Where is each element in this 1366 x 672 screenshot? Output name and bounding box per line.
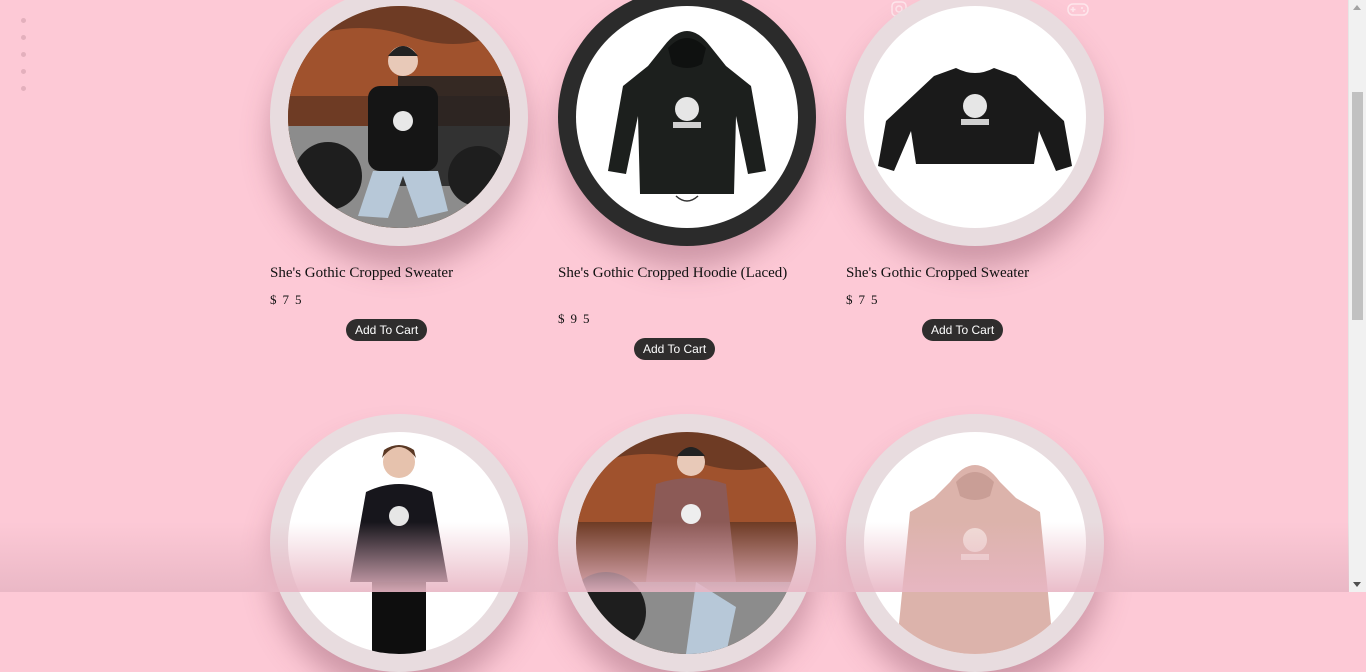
product-image-frame[interactable] xyxy=(558,0,816,246)
nav-dot[interactable] xyxy=(21,52,26,57)
nav-dot[interactable] xyxy=(21,18,26,23)
product-price: $95 xyxy=(558,311,596,326)
product-image-frame[interactable] xyxy=(270,0,528,246)
product-title[interactable]: She's Gothic Cropped Hoodie (Laced) xyxy=(558,263,792,283)
nav-dot[interactable] xyxy=(21,69,26,74)
add-to-cart-button[interactable]: Add To Cart xyxy=(922,319,1004,341)
nav-dot[interactable] xyxy=(21,86,26,91)
product-image-frame[interactable] xyxy=(270,414,528,672)
vertical-scrollbar[interactable] xyxy=(1348,0,1366,592)
side-nav-list xyxy=(18,18,26,103)
product-image xyxy=(288,432,510,654)
product-image xyxy=(864,432,1086,654)
product-image xyxy=(864,6,1086,228)
nav-dot[interactable] xyxy=(21,35,26,40)
product-image-frame[interactable] xyxy=(846,414,1104,672)
add-to-cart-button[interactable]: Add To Cart xyxy=(634,338,716,360)
product-price: $75 xyxy=(846,292,884,307)
scroll-down-arrow-icon[interactable] xyxy=(1353,582,1361,587)
product-price: $75 xyxy=(270,292,308,307)
product-image xyxy=(288,6,510,228)
add-to-cart-button[interactable]: Add To Cart xyxy=(346,319,428,341)
product-title[interactable]: She's Gothic Cropped Sweater xyxy=(270,263,504,283)
product-image xyxy=(576,6,798,228)
product-image-frame[interactable] xyxy=(558,414,816,672)
gamepad-icon[interactable] xyxy=(1066,0,1090,18)
product-image xyxy=(576,432,798,654)
scroll-thumb[interactable] xyxy=(1352,92,1363,320)
product-title[interactable]: She's Gothic Cropped Sweater xyxy=(846,263,1080,283)
product-image-frame[interactable] xyxy=(846,0,1104,246)
scroll-up-arrow-icon[interactable] xyxy=(1353,5,1361,10)
